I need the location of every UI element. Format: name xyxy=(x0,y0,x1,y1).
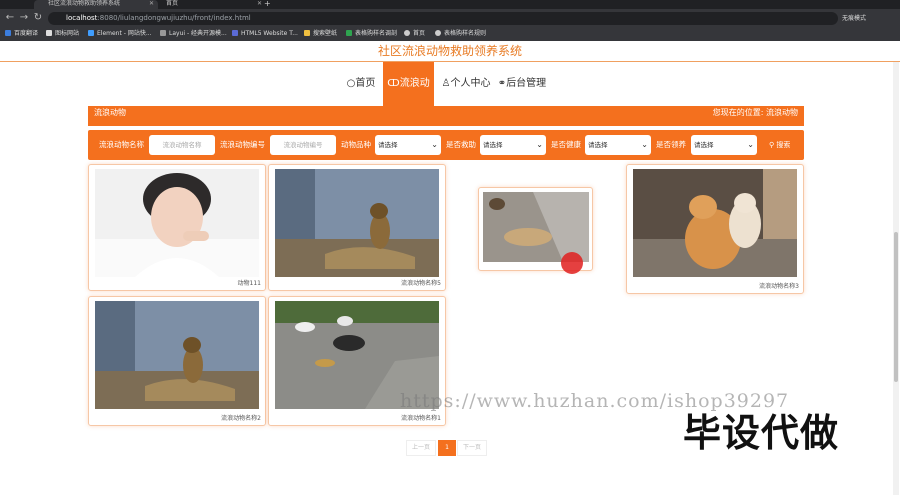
card-caption: 动物111 xyxy=(237,280,261,287)
bookmark-icon xyxy=(46,30,52,36)
bookmark-item[interactable]: 图标网站 xyxy=(46,28,79,40)
code-input[interactable]: 流浪动物编号 xyxy=(270,135,336,155)
promo-stamp: 毕设代做 xyxy=(683,411,840,455)
card-caption: 流浪动物名称3 xyxy=(759,283,799,290)
adopt-select[interactable]: 请选择 ⌄ xyxy=(691,135,757,155)
browser-toolbar: ← → ↻ localhost:8080/liulangdongwujiuzhu… xyxy=(0,9,900,28)
prev-page-button[interactable]: 上一页 xyxy=(406,440,436,456)
bookmark-item[interactable]: 搜索壁纸 xyxy=(304,28,337,40)
animal-photo[interactable] xyxy=(95,301,259,409)
breadcrumb: 流浪动物 您现在的位置: 流浪动物 xyxy=(88,106,804,126)
bookmark-icon xyxy=(304,30,310,36)
next-page-button[interactable]: 下一页 xyxy=(457,440,487,456)
animal-card[interactable]: 动物111 xyxy=(88,164,266,291)
nav-item-admin[interactable]: ⚭后台管理 xyxy=(497,62,547,106)
forward-icon[interactable]: → xyxy=(18,11,30,25)
chevron-down-icon: ⌄ xyxy=(641,140,648,149)
animal-photo[interactable] xyxy=(95,169,259,277)
bookmark-icon xyxy=(88,30,94,36)
health-select[interactable]: 请选择 ⌄ xyxy=(585,135,651,155)
animal-card[interactable]: 流浪动物名称5 xyxy=(268,164,446,291)
bookmark-icon xyxy=(346,30,352,36)
adopt-label: 是否领养 xyxy=(656,140,686,149)
card-caption: 流浪动物名称2 xyxy=(221,415,261,422)
section-title: 流浪动物 xyxy=(94,108,126,117)
incognito-profile[interactable]: 无痕模式 xyxy=(842,12,866,25)
bookmark-item[interactable]: Element - 网站快... xyxy=(88,28,152,40)
browser-chrome: 社区流浪动物救助领养系统 ✕ 首页 ✕ + ← → ↻ localhost:80… xyxy=(0,0,900,41)
bookmark-item[interactable]: 表格购样名调剖 xyxy=(346,28,397,40)
url-host: localhost xyxy=(66,14,98,22)
search-icon: ⚲ xyxy=(769,141,775,149)
name-input[interactable]: 流浪动物名称 xyxy=(149,135,215,155)
tab-title: 首页 xyxy=(166,0,179,7)
cat-image xyxy=(633,169,797,277)
profile-label: 无痕模式 xyxy=(842,15,867,22)
chevron-down-icon: ⌄ xyxy=(747,140,754,149)
main-nav: ○首页 ↀ流浪动物 ♙个人中心 ⚭后台管理 xyxy=(0,62,900,133)
site-title: 社区流浪动物救助领养系统 xyxy=(0,42,900,62)
page-scrollbar[interactable] xyxy=(893,62,899,495)
search-button[interactable]: ⚲ 搜索 xyxy=(769,138,790,152)
tab-current[interactable]: 社区流浪动物救助领养系统 ✕ xyxy=(34,0,158,9)
bookmark-item[interactable]: HTML5 Website T... xyxy=(232,28,298,40)
back-icon[interactable]: ← xyxy=(4,11,16,25)
chevron-down-icon: ⌄ xyxy=(536,140,543,149)
card-caption: 流浪动物名称5 xyxy=(401,280,441,287)
bookmark-icon xyxy=(160,30,166,36)
chevron-down-icon: ⌄ xyxy=(431,140,438,149)
cursor-indicator xyxy=(561,252,583,274)
breed-label: 动物品种 xyxy=(341,140,371,149)
animal-photo[interactable] xyxy=(275,169,439,277)
close-icon[interactable]: ✕ xyxy=(257,0,262,7)
bookmark-icon xyxy=(232,30,238,36)
tab-home[interactable]: 首页 ✕ xyxy=(152,0,266,9)
animal-photo[interactable] xyxy=(633,169,797,277)
bookmark-item[interactable]: 表格购样名规则 xyxy=(435,28,486,40)
dog-image xyxy=(275,169,439,277)
link-icon: ↀ xyxy=(387,78,400,89)
bookmark-icon xyxy=(435,30,441,36)
bookmark-icon xyxy=(404,30,410,36)
health-label: 是否健康 xyxy=(551,140,581,149)
portrait-image xyxy=(95,169,259,277)
rescue-label: 是否救助 xyxy=(446,140,476,149)
animal-card[interactable]: 流浪动物名称3 xyxy=(626,164,804,294)
dog-image xyxy=(95,301,259,409)
new-tab-button[interactable]: + xyxy=(264,0,274,9)
code-label: 流浪动物编号 xyxy=(220,140,265,149)
animal-card[interactable]: 流浪动物名称2 xyxy=(88,296,266,426)
bookmark-item[interactable]: 百度翻译 xyxy=(5,28,38,40)
chain-icon: ⚭ xyxy=(497,78,507,89)
current-location: 您现在的位置: 流浪动物 xyxy=(712,108,798,117)
card-caption: 流浪动物名称1 xyxy=(401,415,441,422)
bookmark-item[interactable]: 首页 xyxy=(404,28,425,40)
url-path: :8080/liulangdongwujiuzhu/front/index.ht… xyxy=(97,14,251,22)
breed-select[interactable]: 请选择 ⌄ xyxy=(375,135,441,155)
nav-item-stray-animals[interactable]: ↀ流浪动物 xyxy=(383,62,434,133)
address-bar[interactable]: localhost:8080/liulangdongwujiuzhu/front… xyxy=(48,12,838,25)
name-label: 流浪动物名称 xyxy=(99,140,144,149)
nav-item-user-center[interactable]: ♙个人中心 xyxy=(441,62,491,106)
bookmark-icon xyxy=(5,30,11,36)
bookmarks-bar: 百度翻译 图标网站 Element - 网站快... Layui - 经典开源模… xyxy=(0,28,900,41)
nav-item-home[interactable]: ○首页 xyxy=(345,62,377,106)
rescue-select[interactable]: 请选择 ⌄ xyxy=(480,135,546,155)
scrollbar-thumb[interactable] xyxy=(894,232,898,382)
bookmark-item[interactable]: Layui - 经典开源模... xyxy=(160,28,227,40)
tab-strip: 社区流浪动物救助领养系统 ✕ 首页 ✕ + xyxy=(0,0,900,9)
tab-title: 社区流浪动物救助领养系统 xyxy=(48,0,121,7)
reload-icon[interactable]: ↻ xyxy=(32,11,44,25)
filter-bar: 流浪动物名称 流浪动物名称 流浪动物编号 流浪动物编号 动物品种 请选择 ⌄ 是否… xyxy=(88,130,804,160)
page-1-button[interactable]: 1 xyxy=(438,440,456,456)
